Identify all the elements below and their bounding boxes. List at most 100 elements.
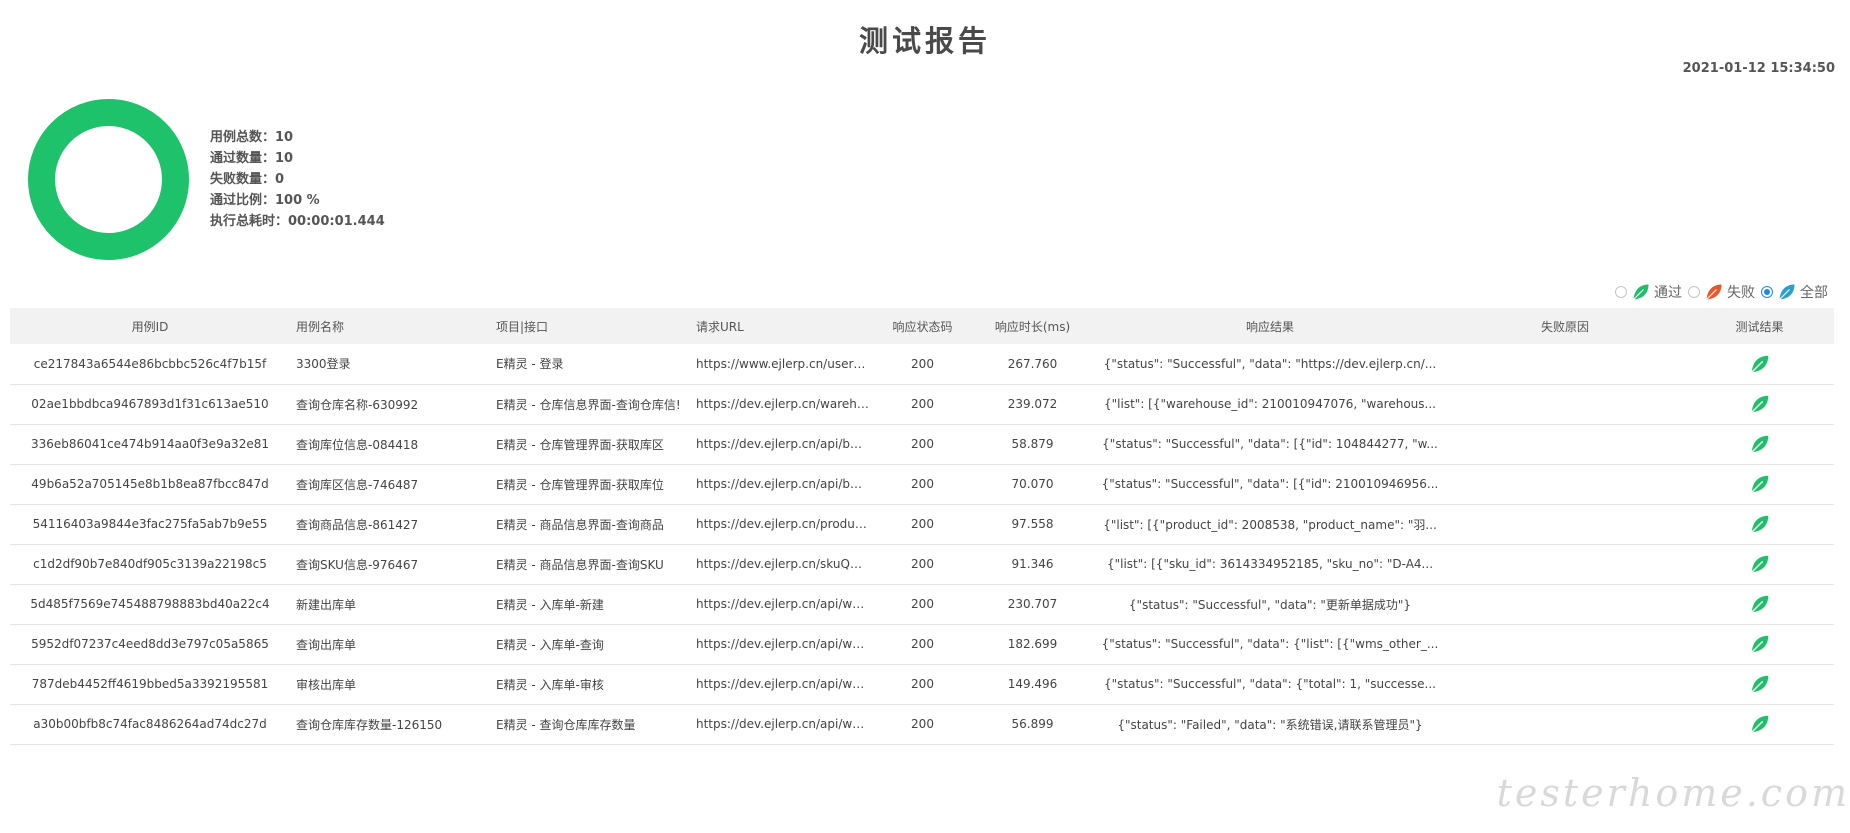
cell-case-name: 查询库区信息-746487 bbox=[296, 477, 419, 492]
cell-duration: 58.879 bbox=[1011, 437, 1054, 451]
col-header-fail-reason: 失败原因 bbox=[1540, 319, 1589, 334]
cell-fail-reason bbox=[1445, 424, 1685, 464]
cell-case-name: 新建出库单 bbox=[296, 597, 357, 612]
cell-request-url: https://dev.ejlerp.cn/api/base... bbox=[696, 437, 875, 451]
cell-request-url: https://dev.ejlerp.cn/product... bbox=[696, 517, 875, 531]
cell-status-code: 200 bbox=[911, 717, 934, 731]
col-header-case-id: 用例ID bbox=[131, 319, 169, 334]
page-title: 测试报告 bbox=[858, 24, 991, 58]
cell-response: {"status": "Successful", "data": "更新单据成功… bbox=[1128, 597, 1412, 612]
cell-request-url: https://dev.ejlerp.cn/api/wms... bbox=[696, 637, 875, 651]
cell-duration: 91.346 bbox=[1011, 557, 1054, 571]
col-header-test-result: 测试结果 bbox=[1735, 319, 1784, 334]
summary-fail-label: 失败数量： bbox=[210, 172, 276, 187]
col-header-case-name: 用例名称 bbox=[296, 319, 345, 334]
cell-status-code: 200 bbox=[911, 477, 934, 491]
cell-duration: 267.760 bbox=[1007, 356, 1058, 371]
summary-fail-row: 失败数量：0 bbox=[210, 169, 385, 190]
cell-case-name: 查询商品信息-861427 bbox=[296, 517, 419, 532]
leaf-green-icon bbox=[1750, 435, 1768, 453]
col-header-response: 响应结果 bbox=[1245, 319, 1294, 334]
cell-case-name: 查询出库单 bbox=[296, 637, 357, 652]
cell-test-result bbox=[1685, 624, 1834, 664]
cell-test-result bbox=[1685, 424, 1834, 464]
table-row[interactable]: 02ae1bbdbca9467893d1f31c613ae510 查询仓库名称-6… bbox=[10, 384, 1834, 424]
filter-fail[interactable]: 失败 bbox=[1688, 282, 1755, 302]
cell-fail-reason bbox=[1445, 704, 1685, 744]
cell-request-url: https://dev.ejlerp.cn/api/wms... bbox=[696, 717, 875, 731]
cell-status-code: 200 bbox=[911, 677, 934, 691]
table-row[interactable]: 49b6a52a705145e8b1b8ea87fbcc847d 查询库区信息-7… bbox=[10, 464, 1834, 504]
filter-pass-radio[interactable] bbox=[1615, 286, 1627, 298]
cell-status-code: 200 bbox=[911, 637, 934, 651]
cell-project-api: E精灵 - 入库单-审核 bbox=[496, 677, 604, 692]
filter-all-label: 全部 bbox=[1800, 285, 1828, 301]
filter-all-radio[interactable] bbox=[1761, 286, 1773, 298]
cell-request-url: https://dev.ejlerp.cn/wareho... bbox=[696, 397, 875, 411]
table-row[interactable]: 336eb86041ce474b914aa0f3e9a32e81 查询库位信息-0… bbox=[10, 424, 1834, 464]
donut-pass-arc bbox=[28, 99, 189, 260]
cell-response: {"status": "Successful", "data": {"list"… bbox=[1101, 637, 1439, 651]
table-row[interactable]: 787deb4452ff4619bbed5a3392195581 审核出库单 E精灵… bbox=[10, 664, 1834, 704]
cell-fail-reason bbox=[1445, 624, 1685, 664]
table-row[interactable]: 5d485f7569e745488798883bd40a22c4 新建出库单 E精灵… bbox=[10, 584, 1834, 624]
filter-all[interactable]: 全部 bbox=[1761, 282, 1828, 302]
cell-case-id: 5952df07237c4eed8dd3e797c05a5865 bbox=[31, 637, 269, 651]
cell-duration: 239.072 bbox=[1007, 397, 1058, 411]
cell-case-name: 查询仓库库存数量-126150 bbox=[296, 717, 443, 732]
table-row[interactable]: 5952df07237c4eed8dd3e797c05a5865 查询出库单 E精灵… bbox=[10, 624, 1834, 664]
cell-response: {"list": [{"warehouse_id": 210010947076,… bbox=[1104, 397, 1436, 411]
leaf-blue-icon bbox=[1779, 284, 1795, 300]
cell-status-code: 200 bbox=[911, 437, 934, 451]
table-header-row: 用例ID 用例名称 项目|接口 请求URL 响应状态码 响应时长(ms) 响应结… bbox=[10, 308, 1834, 344]
leaf-green-icon bbox=[1750, 475, 1768, 493]
cell-case-name: 查询仓库名称-630992 bbox=[296, 397, 419, 412]
summary-duration-value: 00:00:01.444 bbox=[288, 214, 385, 229]
cell-case-name: 查询SKU信息-976467 bbox=[296, 557, 419, 572]
cell-case-name: 查询库位信息-084418 bbox=[296, 437, 419, 452]
cell-test-result bbox=[1685, 504, 1834, 544]
leaf-green-icon bbox=[1633, 284, 1649, 300]
cell-project-api: E精灵 - 商品信息界面-查询商品 bbox=[496, 517, 664, 532]
leaf-green-icon bbox=[1750, 515, 1768, 533]
cell-status-code: 200 bbox=[911, 517, 934, 531]
leaf-green-icon bbox=[1750, 555, 1768, 573]
col-header-status-code: 响应状态码 bbox=[892, 319, 953, 334]
cell-test-result bbox=[1685, 464, 1834, 504]
cell-duration: 230.707 bbox=[1007, 597, 1058, 611]
cell-duration: 149.496 bbox=[1007, 677, 1058, 691]
results-table-container: 用例ID 用例名称 项目|接口 请求URL 响应状态码 响应时长(ms) 响应结… bbox=[10, 308, 1834, 745]
results-table: 用例ID 用例名称 项目|接口 请求URL 响应状态码 响应时长(ms) 响应结… bbox=[10, 308, 1834, 745]
cell-project-api: E精灵 - 仓库管理界面-获取库区 bbox=[496, 437, 664, 452]
cell-response: {"list": [{"sku_id": 3614334952185, "sku… bbox=[1106, 557, 1434, 571]
cell-case-name: 3300登录 bbox=[296, 357, 351, 372]
summary-pass-label: 通过数量： bbox=[210, 151, 276, 166]
cell-duration: 97.558 bbox=[1011, 517, 1054, 531]
cell-case-name: 审核出库单 bbox=[296, 677, 357, 692]
summary-total-value: 10 bbox=[275, 130, 294, 145]
cell-status-code: 200 bbox=[911, 397, 934, 411]
table-row[interactable]: 54116403a9844e3fac275fa5ab7b9e55 查询商品信息-8… bbox=[10, 504, 1834, 544]
table-row[interactable]: c1d2df90b7e840df905c3139a22198c5 查询SKU信息-… bbox=[10, 544, 1834, 584]
cell-fail-reason bbox=[1445, 464, 1685, 504]
cell-fail-reason bbox=[1445, 664, 1685, 704]
filter-pass[interactable]: 通过 bbox=[1615, 282, 1682, 302]
col-header-project-api: 项目|接口 bbox=[496, 319, 549, 334]
filter-fail-radio[interactable] bbox=[1688, 286, 1700, 298]
cell-response: {"status": "Failed", "data": "系统错误,请联系管理… bbox=[1117, 717, 1423, 732]
cell-fail-reason bbox=[1445, 584, 1685, 624]
cell-project-api: E精灵 - 商品信息界面-查询SKU bbox=[496, 557, 664, 572]
table-row[interactable]: ce217843a6544e86bcbbc526c4f7b15f 3300登录 E精… bbox=[10, 344, 1834, 384]
cell-case-id: c1d2df90b7e840df905c3139a22198c5 bbox=[33, 557, 267, 571]
summary-rate-label: 通过比例： bbox=[210, 193, 276, 208]
filter-pass-label: 通过 bbox=[1654, 285, 1682, 301]
cell-case-id: 49b6a52a705145e8b1b8ea87fbcc847d bbox=[31, 477, 269, 491]
summary-duration-label: 执行总耗时： bbox=[210, 214, 289, 229]
cell-case-id: 02ae1bbdbca9467893d1f31c613ae510 bbox=[31, 397, 269, 411]
cell-test-result bbox=[1685, 384, 1834, 424]
leaf-green-icon bbox=[1750, 395, 1768, 413]
summary-fail-value: 0 bbox=[275, 172, 285, 187]
summary-panel: 用例总数：10 通过数量：10 失败数量：0 通过比例：100 % 执行总耗时：… bbox=[210, 127, 385, 232]
table-row[interactable]: a30b00bfb8c74fac8486264ad74dc27d 查询仓库库存数量… bbox=[10, 704, 1834, 744]
leaf-green-icon bbox=[1750, 595, 1768, 613]
